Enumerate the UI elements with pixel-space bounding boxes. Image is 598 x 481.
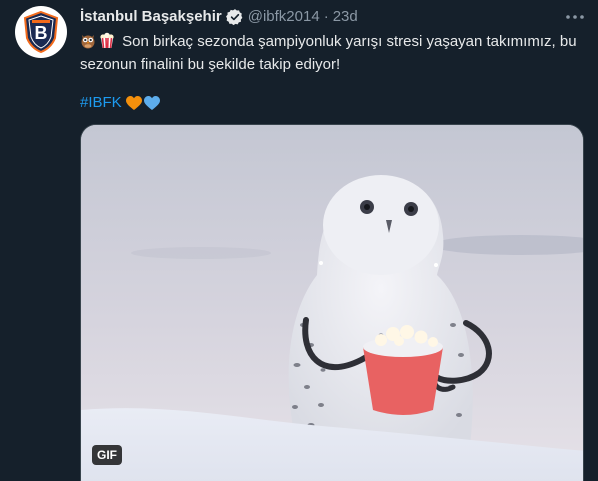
hashtag-link[interactable]: #IBFK bbox=[80, 93, 122, 113]
verified-badge-icon bbox=[225, 8, 244, 26]
separator-dot: · bbox=[323, 8, 329, 25]
timestamp[interactable]: 23d bbox=[333, 7, 358, 27]
display-name[interactable]: İstanbul Başakşehir bbox=[80, 7, 222, 27]
avatar[interactable]: B bbox=[15, 6, 67, 58]
tweet-text: Son birkaç sezonda şampiyonluk yarışı st… bbox=[80, 32, 580, 75]
tweet-card: B İstanbul Başakşehir @ibfk2014 · 23d So… bbox=[0, 0, 598, 481]
tweet-body: Son birkaç sezonda şampiyonluk yarışı st… bbox=[80, 33, 577, 73]
basaksehir-crest-icon: B bbox=[21, 10, 61, 54]
gif-badge: GIF bbox=[92, 445, 122, 465]
orange-heart-icon bbox=[125, 95, 142, 111]
handle[interactable]: @ibfk2014 bbox=[248, 7, 320, 27]
popcorn-emoji bbox=[99, 32, 115, 55]
owl-emoji bbox=[80, 32, 96, 55]
blue-heart-icon bbox=[143, 95, 160, 111]
svg-text:B: B bbox=[35, 23, 48, 43]
tweet-header: İstanbul Başakşehir @ibfk2014 · 23d bbox=[80, 7, 358, 27]
hashtag-line: #IBFK bbox=[80, 93, 160, 113]
gif-media[interactable]: GIF bbox=[80, 124, 584, 481]
more-dots-icon[interactable] bbox=[564, 8, 586, 26]
snowy-owl-with-popcorn-image bbox=[81, 125, 583, 481]
